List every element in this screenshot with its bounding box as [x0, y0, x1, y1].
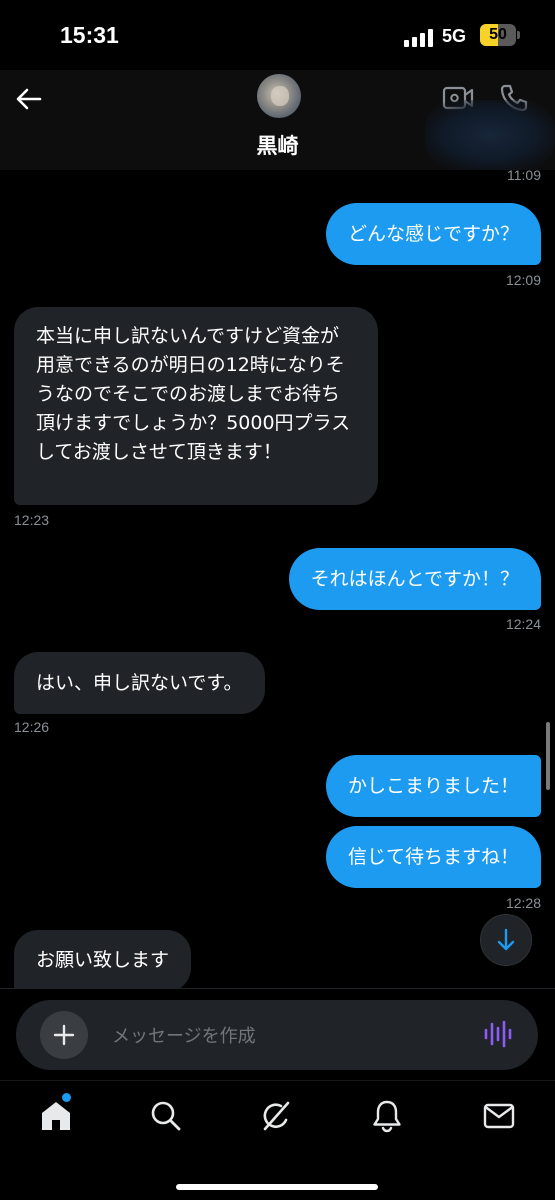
- tab-notifications[interactable]: [369, 1098, 405, 1134]
- message-timestamp: 12:26: [14, 719, 50, 735]
- message-text: それはほんとですか！？: [310, 568, 519, 590]
- grok-icon: [263, 1101, 290, 1131]
- battery-icon: 50: [480, 24, 516, 46]
- message-text: 本当に申し訳ないんですけど資金が用意できるのが明日の12時になりそうなのでそこで…: [36, 325, 351, 463]
- message-timestamp: 11:09: [507, 167, 541, 183]
- message-text: お願い致します: [36, 949, 170, 971]
- sent-message[interactable]: 信じて待ちますね！: [325, 826, 541, 888]
- message-input[interactable]: メッセージを作成: [112, 1022, 256, 1048]
- contact-avatar[interactable]: [257, 74, 301, 118]
- tab-grok[interactable]: [258, 1098, 294, 1134]
- arrow-down-icon: [497, 928, 515, 951]
- battery-level: 50: [489, 26, 507, 43]
- back-arrow-icon: [16, 88, 42, 110]
- sent-message[interactable]: どんな感じですか？: [325, 203, 541, 265]
- message-text: どんな感じですか？: [347, 223, 519, 245]
- notifications-icon: [373, 1100, 401, 1133]
- voice-waveform-icon: [484, 1020, 512, 1048]
- scroll-to-bottom-button[interactable]: [480, 914, 532, 966]
- message-text: かしこまりました！: [347, 775, 519, 797]
- battery-nub: [517, 31, 520, 39]
- home-indicator: [176, 1184, 378, 1190]
- notification-dot: [62, 1093, 71, 1102]
- received-message[interactable]: 本当に申し訳ないんですけど資金が用意できるのが明日の12時になりそうなのでそこで…: [14, 307, 378, 505]
- message-timestamp: 12:09: [505, 272, 541, 288]
- home-icon: [42, 1102, 70, 1130]
- message-timestamp: 12:24: [505, 616, 541, 632]
- back-button[interactable]: [14, 84, 44, 114]
- blurred-region: [425, 100, 555, 170]
- sent-message[interactable]: それはほんとですか！？: [288, 548, 541, 610]
- messages-icon: [483, 1103, 515, 1129]
- network-type: 5G: [442, 26, 467, 46]
- message-text: はい、申し訳ないです。: [36, 672, 243, 694]
- status-bar: 15:31 5G 50: [0, 0, 555, 70]
- message-composer[interactable]: [16, 1000, 538, 1070]
- tab-search[interactable]: [148, 1098, 184, 1134]
- voice-message-button[interactable]: [482, 1018, 514, 1050]
- received-message[interactable]: はい、申し訳ないです。: [14, 652, 265, 714]
- search-icon: [151, 1101, 181, 1131]
- scrollbar[interactable]: [546, 722, 550, 790]
- received-message[interactable]: お願い致します: [14, 930, 192, 992]
- signal-strength-icon: [404, 27, 436, 47]
- message-text: 信じて待ちますね！: [347, 846, 519, 868]
- attach-button[interactable]: [40, 1011, 88, 1059]
- tab-messages[interactable]: [481, 1098, 517, 1134]
- status-time: 15:31: [60, 22, 119, 48]
- sent-message[interactable]: かしこまりました！: [325, 755, 541, 817]
- message-timestamp: 12:28: [505, 895, 541, 911]
- plus-icon: [53, 1024, 75, 1046]
- tab-home[interactable]: [38, 1098, 74, 1134]
- message-timestamp: 12:23: [14, 512, 50, 528]
